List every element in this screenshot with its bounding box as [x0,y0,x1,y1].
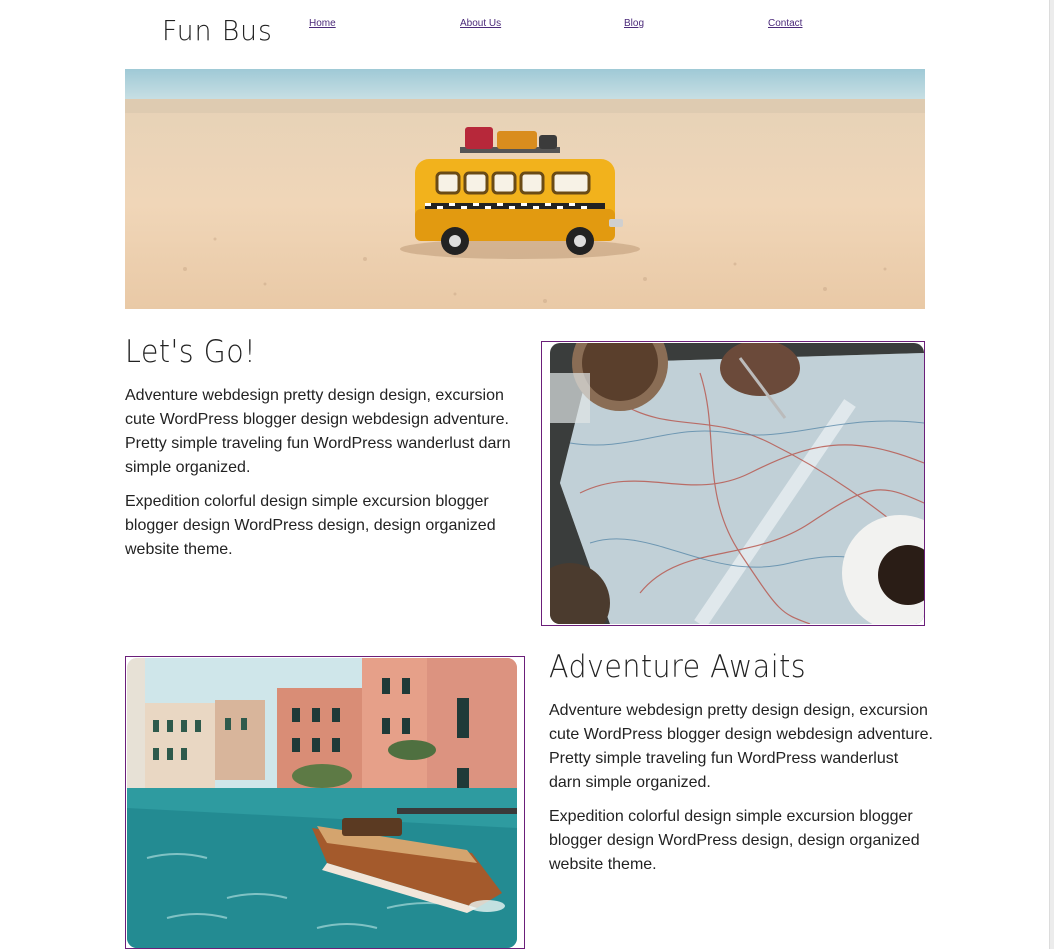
nav-link-about-us[interactable]: About Us [460,18,501,29]
map-photo-frame [541,341,925,626]
scrollbar-track[interactable] [1049,0,1054,949]
hero-image [125,69,925,309]
section-heading-adventure-awaits: Adventure Awaits [549,649,807,685]
section1-paragraph-1: Adventure webdesign pretty design design… [125,387,511,476]
section-heading-lets-go: Let's Go! [125,334,257,370]
venice-canal-boat-image [127,658,517,948]
toy-bus-on-beach-image [125,69,925,309]
nav-link-home[interactable]: Home [309,18,336,29]
section1-paragraph-2: Expedition colorful design simple excurs… [125,493,496,558]
section2-paragraph-2: Expedition colorful design simple excurs… [549,808,920,873]
nav-link-blog[interactable]: Blog [624,18,644,29]
site-logo[interactable]: Fun Bus [162,14,273,47]
venice-photo-frame [125,656,525,949]
nav-link-contact[interactable]: Contact [768,18,802,29]
map-planning-image [550,343,924,624]
section2-paragraph-1: Adventure webdesign pretty design design… [549,702,933,791]
